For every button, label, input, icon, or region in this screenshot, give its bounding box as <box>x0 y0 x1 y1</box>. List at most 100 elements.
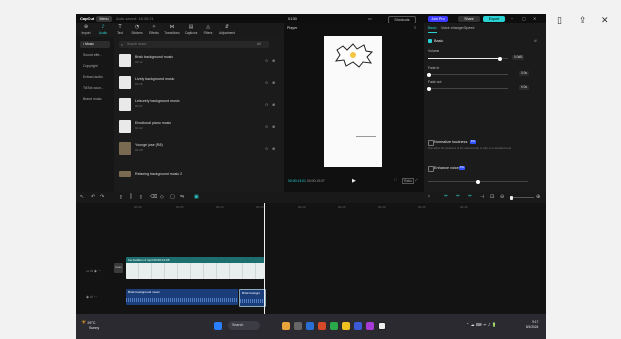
star-icon[interactable]: ✩ <box>265 80 268 85</box>
nav-item-tiktok-sounds[interactable]: TikTok soun... <box>80 85 110 92</box>
basic-checkbox[interactable] <box>428 39 432 43</box>
app-icon[interactable] <box>282 322 290 330</box>
toolbar-stickers[interactable]: ◔ Stickers <box>129 25 145 36</box>
clock[interactable]: 9:17 8/1/2024 <box>526 320 538 329</box>
zoom-out-icon[interactable]: ⊖ <box>500 194 504 200</box>
linkage-icon[interactable]: ⇔ <box>468 194 472 199</box>
app-icon[interactable] <box>294 322 302 330</box>
auto-snap-icon[interactable]: ⇔ <box>456 194 460 199</box>
export-button[interactable]: Export <box>483 15 505 22</box>
microphone-icon[interactable]: ♮ <box>428 194 430 200</box>
join-pro-button[interactable]: Join Pro <box>428 15 448 22</box>
nav-item-music[interactable]: • Music <box>80 41 110 48</box>
toolbar-import[interactable]: ⊕ Import <box>78 25 94 36</box>
volume-knob[interactable] <box>498 56 502 61</box>
reset-icon[interactable]: ↺ <box>534 39 537 43</box>
volume-slider[interactable] <box>428 56 508 61</box>
list-item[interactable]: Lively background music 01:15 ✩ ⊕ <box>119 75 279 91</box>
volume-value[interactable]: 0.0dB <box>512 55 525 60</box>
redo-icon[interactable]: ↷ <box>100 194 104 200</box>
zoom-in-icon[interactable]: ⊕ <box>536 194 540 200</box>
toolbar-filters[interactable]: ◬ Filters <box>200 25 216 36</box>
fade-out-slider[interactable] <box>427 86 508 91</box>
phone-icon[interactable]: ▯ <box>557 16 562 26</box>
list-item[interactable]: Brisk background music 02:12 ✩ ⊕ <box>119 53 279 69</box>
search-input[interactable]: ⌕ Search music <box>119 41 269 48</box>
tab-basic[interactable]: Basic <box>428 26 437 30</box>
close-icon[interactable]: ✕ <box>533 16 536 21</box>
toolbar-audio[interactable]: ♪ Audio <box>95 25 111 36</box>
audio-lane-controls[interactable]: ◉ ⊙ ⋯ <box>86 295 97 299</box>
list-item[interactable]: Younge jose (R8) 02:28 ✩ ⊕ <box>119 141 279 157</box>
nav-item-brand-music[interactable]: Brand music <box>80 96 110 103</box>
video-lane-controls[interactable]: ▭ ⊙ ◉ ⋯ <box>86 269 101 273</box>
system-tray[interactable]: ⌃ ☁ ⌨ ᯤ ♪ 🔋 <box>466 322 497 328</box>
app-icon[interactable] <box>342 322 350 330</box>
toolbar-transitions[interactable]: ⋈ Transitions <box>164 25 180 36</box>
minimize-icon[interactable]: − <box>511 16 513 21</box>
zoom-knob[interactable] <box>510 195 513 200</box>
play-icon[interactable]: ▶ <box>352 178 356 184</box>
tab-voice-changer[interactable]: Voice changer <box>441 26 464 30</box>
fullscreen-icon[interactable]: ⤢ <box>415 178 418 182</box>
add-icon[interactable]: ⊕ <box>272 146 275 151</box>
zoom-slider[interactable] <box>510 195 534 200</box>
undo-icon[interactable]: ↶ <box>91 194 95 200</box>
main-track-magnet-icon[interactable]: ⇔ <box>444 194 448 199</box>
menu-button[interactable]: Menu <box>96 15 112 22</box>
zoom-fit-icon[interactable]: ⊡ <box>490 194 494 200</box>
star-icon[interactable]: ✩ <box>265 146 268 151</box>
list-item[interactable]: Relaxing background music 2 <box>119 163 279 179</box>
audio-clip[interactable]: Brisk background music <box>126 289 238 305</box>
app-icon[interactable] <box>354 322 362 330</box>
taskbar-search[interactable]: Search <box>228 321 260 330</box>
fade-in-slider[interactable] <box>427 72 508 77</box>
capcut-app-icon[interactable] <box>378 322 386 330</box>
nav-item-copyright[interactable]: Copyright <box>80 63 110 70</box>
weather-widget[interactable]: ☀ 29°C Sunny <box>81 319 99 330</box>
split-left-icon[interactable]: ⫿ <box>130 194 132 200</box>
select-icon[interactable]: ↖ <box>80 194 84 200</box>
toolbar-text[interactable]: T Text <box>112 25 128 36</box>
enhance-slider[interactable] <box>428 179 528 184</box>
video-clip[interactable]: 1st Audition 2.mp4 00:00:12:05 <box>126 257 264 279</box>
cover-button[interactable]: Cover <box>114 263 123 273</box>
audio-clip[interactable]: Brisk backgro <box>239 289 266 307</box>
toolbar-effects[interactable]: ✧ Effects <box>146 25 162 36</box>
fade-in-value[interactable]: 0.0s <box>519 71 530 76</box>
preview-axis-icon[interactable]: ⊣ <box>480 194 484 200</box>
share-icon[interactable]: ⇪ <box>579 16 587 26</box>
shield-icon[interactable]: ◇ <box>160 194 164 200</box>
close-icon[interactable]: ✕ <box>601 16 609 26</box>
star-icon[interactable]: ✩ <box>265 102 268 107</box>
tab-speed[interactable]: Speed <box>464 26 474 30</box>
timeline[interactable]: 00:00 00:05 00:10 00:15 00:20 00:25 00:3… <box>76 203 546 314</box>
video-preview[interactable] <box>324 36 382 167</box>
nav-item-sound-effects[interactable]: Sound effe... <box>80 52 110 59</box>
split-right-icon[interactable]: ⫾ <box>140 194 142 200</box>
fade-out-value[interactable]: 0.0s <box>519 85 530 90</box>
crop-icon[interactable]: ▢ <box>170 194 175 200</box>
monitor-icon[interactable]: ▭ <box>368 16 372 21</box>
star-icon[interactable]: ✩ <box>265 58 268 63</box>
more-icon[interactable]: ≡ <box>414 25 416 30</box>
fullscreen-crop-icon[interactable]: ⛶ <box>394 178 396 182</box>
add-icon[interactable]: ⊕ <box>272 124 275 129</box>
app-icon[interactable] <box>330 322 338 330</box>
enhance-knob[interactable] <box>476 179 480 184</box>
ratio-button[interactable]: Ratio <box>402 178 414 184</box>
split-icon[interactable]: ⫾ <box>120 194 122 200</box>
add-icon[interactable]: ⊕ <box>272 102 275 107</box>
delete-icon[interactable]: ⌫ <box>150 194 157 200</box>
list-item[interactable]: Emotional piano music 01:42 ✩ ⊕ <box>119 119 279 135</box>
project-name[interactable]: 0130 <box>288 16 297 21</box>
nav-item-extract-audio[interactable]: Extract audio <box>80 74 110 81</box>
share-button[interactable]: Share <box>458 15 480 22</box>
ai-icon[interactable]: ▣ <box>194 194 199 200</box>
mirror-icon[interactable]: ⇋ <box>180 194 184 200</box>
star-icon[interactable]: ✩ <box>265 124 268 129</box>
add-icon[interactable]: ⊕ <box>272 80 275 85</box>
fade-out-knob[interactable] <box>427 86 431 91</box>
add-icon[interactable]: ⊕ <box>272 58 275 63</box>
app-icon[interactable] <box>318 322 326 330</box>
